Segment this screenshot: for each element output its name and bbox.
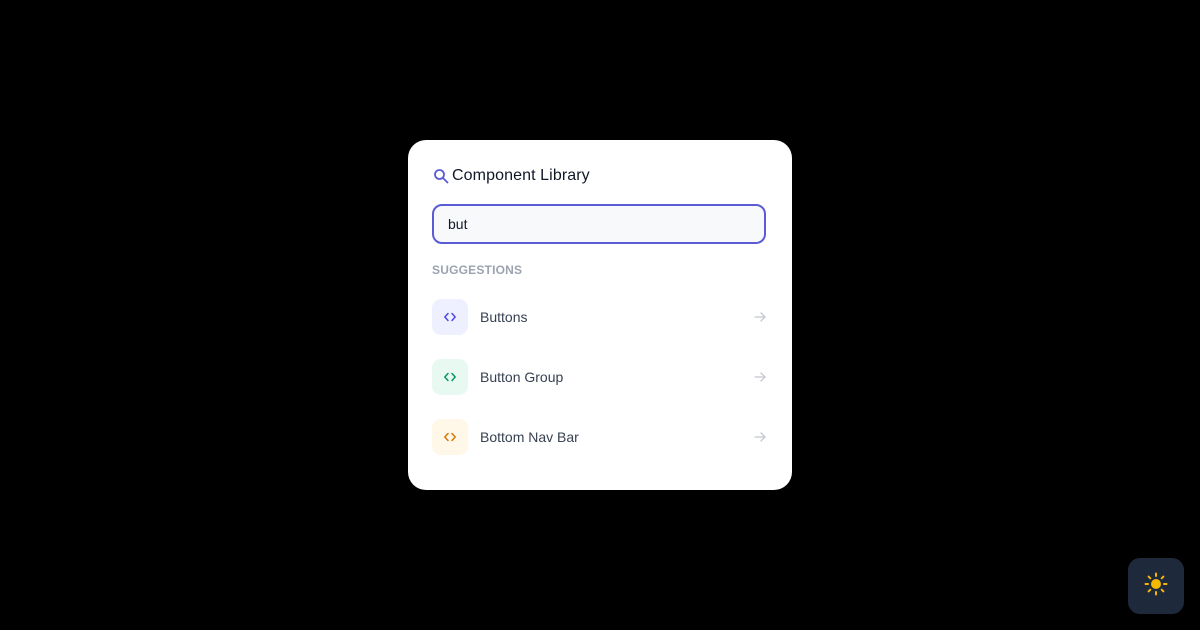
suggestion-item-buttons[interactable]: Buttons bbox=[432, 287, 768, 347]
sun-icon bbox=[1144, 572, 1168, 601]
theme-toggle-button[interactable] bbox=[1128, 558, 1184, 614]
suggestion-label: Button Group bbox=[480, 369, 564, 385]
code-icon bbox=[432, 359, 468, 395]
suggestion-item-button-group[interactable]: Button Group bbox=[432, 347, 768, 407]
panel-header: Component Library bbox=[432, 164, 768, 188]
suggestion-label: Buttons bbox=[480, 309, 528, 325]
arrow-right-icon bbox=[752, 309, 768, 325]
arrow-right-icon bbox=[752, 429, 768, 445]
search-input[interactable] bbox=[448, 216, 750, 232]
component-library-panel: Component Library SUGGESTIONS Buttons bbox=[408, 140, 792, 490]
code-icon bbox=[432, 299, 468, 335]
suggestions-heading: SUGGESTIONS bbox=[432, 263, 523, 277]
arrow-right-icon bbox=[752, 369, 768, 385]
search-icon bbox=[432, 167, 450, 185]
suggestions-list: Buttons Button Group Bottom Nav Bar bbox=[432, 287, 768, 467]
code-icon bbox=[432, 419, 468, 455]
suggestion-label: Bottom Nav Bar bbox=[480, 429, 579, 445]
panel-title: Component Library bbox=[452, 167, 590, 184]
suggestion-item-bottom-nav-bar[interactable]: Bottom Nav Bar bbox=[432, 407, 768, 467]
search-field[interactable] bbox=[432, 204, 766, 244]
